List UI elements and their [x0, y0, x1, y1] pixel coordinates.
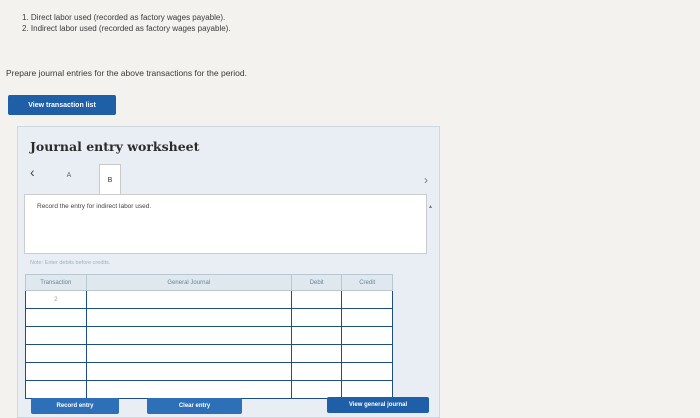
tab-b[interactable]: B — [99, 164, 121, 195]
instruction-line-2: 2. Indirect labor used (recorded as fact… — [22, 24, 231, 33]
entry-description: Record the entry for indirect labor used… — [37, 203, 152, 210]
account-cell[interactable] — [85, 344, 292, 363]
transaction-cell: 2 — [25, 290, 87, 309]
account-cell[interactable] — [85, 380, 292, 399]
col-transaction: Transaction — [25, 274, 87, 291]
entry-description-box: Record the entry for indirect labor used… — [24, 194, 432, 254]
journal-entry-worksheet: Journal entry worksheet ‹ A B › Record t… — [17, 126, 440, 418]
instruction-line-1: 1. Direct labor used (recorded as factor… — [22, 13, 226, 22]
scroll-caret-icon: ▴ — [428, 204, 432, 210]
table-row — [25, 380, 393, 399]
col-debit: Debit — [290, 274, 343, 291]
prev-arrow-icon[interactable]: ‹ — [30, 164, 35, 180]
clear-entry-button[interactable]: Clear entry — [147, 398, 242, 414]
table-row — [25, 362, 393, 381]
view-general-journal-button[interactable]: View general journal — [327, 397, 429, 413]
entry-note: Note: Enter debits before credits. — [30, 260, 111, 266]
transaction-instructions: 1. Direct labor used (recorded as factor… — [22, 12, 231, 34]
credit-cell[interactable] — [341, 362, 393, 381]
table-row — [25, 326, 393, 345]
account-cell[interactable] — [85, 290, 292, 309]
transaction-cell — [25, 326, 87, 345]
col-general-journal: General Journal — [85, 274, 292, 291]
table-row: 2 — [25, 290, 393, 309]
transaction-cell — [25, 380, 87, 399]
credit-cell[interactable] — [341, 290, 393, 309]
credit-cell[interactable] — [341, 326, 393, 345]
transaction-cell — [25, 308, 87, 327]
transaction-cell — [25, 344, 87, 363]
credit-cell[interactable] — [341, 344, 393, 363]
col-credit: Credit — [341, 274, 393, 291]
transaction-cell — [25, 362, 87, 381]
tab-a[interactable]: A — [58, 164, 80, 187]
credit-cell[interactable] — [341, 380, 393, 399]
account-cell[interactable] — [85, 308, 292, 327]
next-arrow-icon[interactable]: › — [424, 173, 428, 187]
debit-cell[interactable] — [290, 344, 343, 363]
table-header-row: Transaction General Journal Debit Credit — [25, 274, 393, 291]
view-transaction-list-button[interactable]: View transaction list — [8, 95, 116, 115]
debit-cell[interactable] — [290, 362, 343, 381]
account-cell[interactable] — [85, 326, 292, 345]
table-row — [25, 344, 393, 363]
debit-cell[interactable] — [290, 308, 343, 327]
table-row — [25, 308, 393, 327]
worksheet-title: Journal entry worksheet — [30, 139, 200, 154]
debit-cell[interactable] — [290, 290, 343, 309]
debit-cell[interactable] — [290, 326, 343, 345]
credit-cell[interactable] — [341, 308, 393, 327]
prompt-text: Prepare journal entries for the above tr… — [6, 68, 247, 78]
account-cell[interactable] — [85, 362, 292, 381]
journal-entry-table: Transaction General Journal Debit Credit… — [25, 274, 393, 399]
debit-cell[interactable] — [290, 380, 343, 399]
record-entry-button[interactable]: Record entry — [31, 398, 119, 414]
